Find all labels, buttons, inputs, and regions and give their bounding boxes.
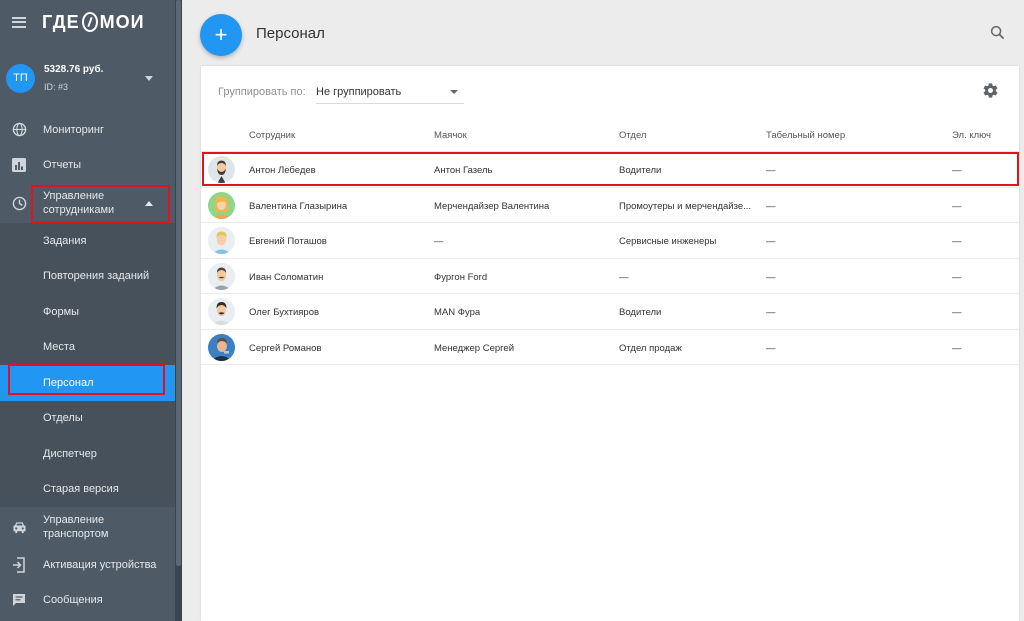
sidebar-item-label: Управление транспортом [43,514,109,540]
beacon-name: MAN Фура [434,307,481,318]
beacon-name: Фургон Ford [434,271,488,283]
clock-icon [11,195,27,211]
sidebar-item-reports[interactable]: Отчеты [0,148,175,184]
sidebar-item-label: Диспетчер [43,447,97,460]
sidebar-item-forms[interactable]: Формы [0,294,175,330]
avatar [208,191,235,219]
employee-name[interactable]: Евгений Поташов [249,236,327,247]
sidebar-item-label: Задания [43,234,87,247]
avatar [208,333,235,361]
logo-text-left: ГДЕ [42,11,80,32]
add-staff-button[interactable]: + [200,14,242,56]
globe-icon [11,122,27,138]
bar-chart-icon [11,157,27,173]
employee-name[interactable]: Иван Соломатин [249,272,323,283]
column-header-department[interactable]: Отдел [619,130,755,141]
sidebar-item-label: Места [43,341,75,354]
sidebar-item-label: Старая версия [43,483,119,496]
department-name: Водители [619,307,662,318]
electronic-key: — [952,307,962,318]
tab-number: — [766,271,776,283]
staff-card: Группировать по: Не группировать Сотрудн… [201,66,1019,621]
table-row[interactable]: Валентина Глазырина Мерчендайзер Валенти… [201,188,1019,223]
sidebar-item-old-version[interactable]: Старая версия [0,472,175,508]
car-icon [11,519,27,535]
account-panel[interactable]: ТП 5328.76 руб. ID: #3 [0,44,175,112]
beacon-name: — [434,236,444,247]
sidebar-item-departments[interactable]: Отделы [0,401,175,437]
employee-name[interactable]: Валентина Глазырина [249,201,347,212]
department-name: — [619,271,629,283]
avatar[interactable]: ТП [6,63,35,93]
group-toolbar: Группировать по: Не группировать [201,66,1019,118]
highlight-box-staff [8,364,165,395]
sidebar-item-device-activation[interactable]: Активация устройства [0,547,175,583]
sidebar-item-label: Активация устройства [43,558,157,571]
department-name: Отдел продаж [619,342,682,354]
hamburger-menu-icon[interactable] [12,16,26,28]
sidebar-scrollbar[interactable] [175,0,182,621]
department-name: Сервисные инженеры [619,236,717,247]
app-logo[interactable]: ГДЕ МОИ [42,12,145,33]
tab-number: — [766,307,776,318]
tab-number: — [766,236,776,247]
sidebar-item-dispatcher[interactable]: Диспетчер [0,436,175,472]
department-name: Промоутеры и мерчендайзе... [619,200,752,212]
tab-number: — [766,200,776,212]
sidebar-item-label: Отделы [43,412,83,425]
table-row[interactable]: Олег Бухтияров MAN Фура Водители — — [201,294,1019,330]
scrollbar-thumb[interactable] [176,0,181,566]
account-balance: 5328.76 руб. [44,63,104,75]
employee-name[interactable]: Сергей Романов [249,343,322,354]
search-icon[interactable] [990,25,1006,41]
message-icon [11,592,27,608]
avatar [208,262,235,290]
employee-name[interactable]: Олег Бухтияров [249,307,319,318]
logo-text-right: МОИ [99,11,145,32]
sidebar: ГДЕ МОИ ТП 5328.76 руб. ID: #3 Мониторин… [0,0,175,621]
electronic-key: — [952,236,962,247]
group-by-value: Не группировать [316,86,402,98]
group-by-label: Группировать по: [218,86,306,98]
table-row[interactable]: Сергей Романов Менеджер Сергей Отдел про… [201,330,1019,365]
sidebar-item-places[interactable]: Места [0,330,175,366]
device-login-icon [11,557,27,573]
dropdown-arrow-icon [450,90,458,94]
tab-number: — [766,342,776,354]
account-id: ID: #3 [44,81,69,92]
chevron-down-icon[interactable] [145,76,153,81]
electronic-key: — [952,342,962,354]
column-header-tab-number[interactable]: Табельный номер [766,130,845,141]
highlight-box-first-row [202,152,1019,186]
logo-row: ГДЕ МОИ [0,0,175,44]
beacon-name: Мерчендайзер Валентина [434,200,550,212]
beacon-name: Менеджер Сергей [434,342,515,354]
sidebar-item-transport-management[interactable]: Управление транспортом [0,507,175,547]
gear-icon[interactable] [982,82,1000,100]
sidebar-item-task-repeats[interactable]: Повторения заданий [0,259,175,295]
table-header: Сотрудник Маячок Отдел Табельный номер Э… [201,118,1019,152]
electronic-key: — [952,271,962,283]
sidebar-item-label: Повторения заданий [43,270,150,283]
column-header-beacon[interactable]: Маячок [434,130,467,141]
sidebar-item-label: Сообщения [43,594,103,607]
compass-pin-icon [81,12,98,32]
table-row[interactable]: Иван Соломатин Фургон Ford — — — [201,259,1019,294]
electronic-key: — [952,200,962,212]
sidebar-item-messages[interactable]: Сообщения [0,583,175,619]
sidebar-item-label: Отчеты [43,159,82,172]
account-info: 5328.76 руб. ID: #3 [44,62,103,95]
sidebar-item-label: Формы [43,305,80,318]
sidebar-item-monitoring[interactable]: Мониторинг [0,112,175,148]
highlight-box-employee-management [31,185,170,223]
avatar [208,298,235,325]
column-header-key[interactable]: Эл. ключ [952,130,991,141]
table-row[interactable]: Евгений Поташов — Сервисные инженеры — — [201,223,1019,259]
page-title: Персонал [256,25,325,42]
avatar [208,227,235,254]
sidebar-item-tasks[interactable]: Задания [0,223,175,259]
group-by-select[interactable]: Не группировать [316,82,464,104]
column-header-employee[interactable]: Сотрудник [249,130,295,141]
sidebar-item-label: Мониторинг [43,123,105,136]
